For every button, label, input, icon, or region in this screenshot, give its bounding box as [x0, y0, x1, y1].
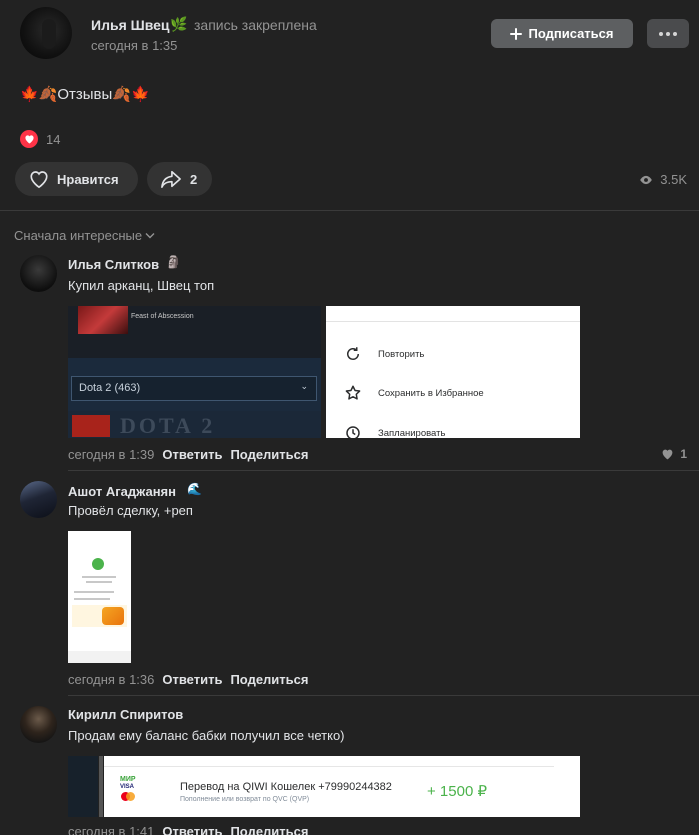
more-dot	[673, 31, 677, 36]
chevron-down-icon: ⌄	[300, 381, 308, 391]
author-avatar[interactable]	[20, 7, 72, 59]
steam-screenshot: Feast of Abscession Dota 2 (463) ⌄ DOTA …	[68, 306, 321, 438]
comment-author-name[interactable]: Илья Слитков	[68, 257, 159, 272]
share-comment-button[interactable]: Поделиться	[230, 824, 308, 835]
more-options-button[interactable]	[647, 19, 689, 48]
views-count: 3.5K	[660, 172, 687, 187]
card-logos: МИР VISA	[116, 776, 146, 810]
transfer-subtitle: Пополнение или возврат по QVC (QVP)	[180, 796, 310, 803]
reaction-count: 14	[46, 131, 61, 147]
payment-screenshot: МИР VISA Перевод на QIWI Кошелек +799902…	[104, 756, 580, 817]
comment-avatar[interactable]	[20, 481, 57, 518]
success-check-icon	[92, 558, 104, 570]
heart-reaction-icon	[20, 130, 38, 148]
text-line	[74, 591, 114, 593]
item-banner: Feast of Abscession	[68, 306, 321, 358]
dota-logo-text: DOTA 2	[120, 413, 216, 438]
heart-outline-icon	[30, 171, 48, 189]
row-divider	[104, 766, 554, 767]
comment-like-button[interactable]: 1	[661, 447, 687, 461]
reactions-summary[interactable]: 14	[20, 130, 60, 148]
more-dots-icon	[659, 31, 663, 36]
star-icon	[343, 383, 363, 403]
transfer-amount: + 1500 ₽	[427, 783, 488, 800]
text-line	[74, 598, 110, 600]
comment-author-name[interactable]: Кирилл Спиритов	[68, 707, 183, 722]
comment-time[interactable]: сегодня в 1:39	[68, 447, 154, 462]
game-select-text: Dota 2 (463)	[79, 382, 141, 394]
eye-icon	[640, 175, 653, 184]
sort-label: Сначала интересные	[14, 228, 143, 243]
mastercard-logo	[126, 792, 135, 801]
menu-divider	[326, 321, 580, 322]
post-text: 🍁🍂Отзывы🍂🍁	[20, 86, 150, 103]
wave-badge-icon: 🌊	[187, 482, 202, 496]
comment-text: Продам ему баланс бабки получил все четк…	[68, 728, 345, 743]
comments-sort-dropdown[interactable]: Сначала интересные	[14, 228, 155, 243]
text-line	[82, 576, 116, 578]
comment-divider	[68, 470, 699, 471]
comment-text: Купил арканц, Швец топ	[68, 278, 215, 293]
post-divider	[0, 210, 699, 211]
menu-item-label: Сохранить в Избранное	[378, 387, 484, 399]
more-dot	[666, 31, 670, 36]
clock-icon	[343, 423, 363, 438]
transfer-title: Перевод на QIWI Кошелек +79990244382	[180, 781, 392, 793]
dota-logo-strip: DOTA 2	[68, 411, 321, 438]
comment-avatar[interactable]	[20, 255, 57, 292]
promo-image	[102, 607, 124, 625]
moai-badge-icon: 🗿	[166, 255, 181, 269]
menu-item-repeat: Повторить	[343, 344, 424, 364]
menu-item-schedule: Запланировать	[343, 423, 445, 438]
author-badge-icon: 🌿	[170, 16, 188, 32]
comment-text: Провёл сделку, +реп	[68, 503, 193, 518]
comment-image-attachment[interactable]: МИР VISA Перевод на QIWI Кошелек +799902…	[68, 756, 580, 817]
game-select: Dota 2 (463) ⌄	[71, 376, 317, 401]
like-button[interactable]: Нравится	[15, 162, 138, 196]
screenshot-separator	[99, 756, 103, 817]
heart-icon	[662, 449, 673, 460]
screenshot-left-panel	[68, 756, 98, 817]
menu-item-save: Сохранить в Избранное	[343, 383, 484, 403]
comment-author-name[interactable]: Ашот Агаджанян	[68, 484, 176, 499]
reply-button[interactable]: Ответить	[162, 672, 222, 687]
reply-button[interactable]: Ответить	[162, 447, 222, 462]
share-icon	[161, 170, 181, 188]
comment-image-attachment[interactable]: Feast of Abscession Dota 2 (463) ⌄ DOTA …	[68, 306, 580, 438]
chevron-down-icon	[145, 233, 155, 239]
comment-image-attachment[interactable]	[68, 531, 131, 663]
menu-item-label: Повторить	[378, 348, 425, 360]
dota-logo	[72, 415, 110, 437]
post-author-name[interactable]: Илья Швец	[91, 17, 170, 33]
views-counter: 3.5K	[639, 172, 687, 187]
context-menu-screenshot: Повторить Сохранить в Избранное Запланир…	[326, 306, 580, 438]
share-comment-button[interactable]: Поделиться	[230, 672, 308, 687]
share-comment-button[interactable]: Поделиться	[230, 447, 308, 462]
item-name: Feast of Abscession	[131, 313, 194, 320]
like-label: Нравится	[57, 171, 119, 187]
comment-like-count: 1	[680, 447, 687, 461]
comment-actions: сегодня в 1:36 Ответить Поделиться	[68, 672, 308, 687]
comment-avatar[interactable]	[20, 706, 57, 743]
text-line	[86, 581, 112, 583]
comment-actions: сегодня в 1:41 Ответить Поделиться	[68, 824, 368, 835]
visa-logo: VISA	[120, 784, 135, 790]
mir-logo: МИР	[120, 776, 136, 783]
reply-button[interactable]: Ответить	[162, 824, 222, 835]
comment-divider	[68, 695, 699, 696]
post-time[interactable]: сегодня в 1:35	[91, 38, 177, 53]
comment-actions: сегодня в 1:39 Ответить Поделиться	[68, 447, 308, 462]
share-count: 2	[190, 171, 198, 187]
nav-bar	[68, 651, 131, 663]
refresh-icon	[343, 344, 363, 364]
plus-icon	[510, 27, 523, 40]
subscribe-button[interactable]: Подписаться	[491, 19, 633, 48]
pinned-label: запись закреплена	[194, 17, 317, 33]
share-button[interactable]: 2	[147, 162, 212, 196]
subscribe-label: Подписаться	[528, 26, 614, 41]
comment-time[interactable]: сегодня в 1:36	[68, 672, 154, 687]
item-artwork	[78, 306, 128, 334]
menu-item-label: Запланировать	[378, 427, 446, 439]
comment-time[interactable]: сегодня в 1:41	[68, 824, 154, 835]
